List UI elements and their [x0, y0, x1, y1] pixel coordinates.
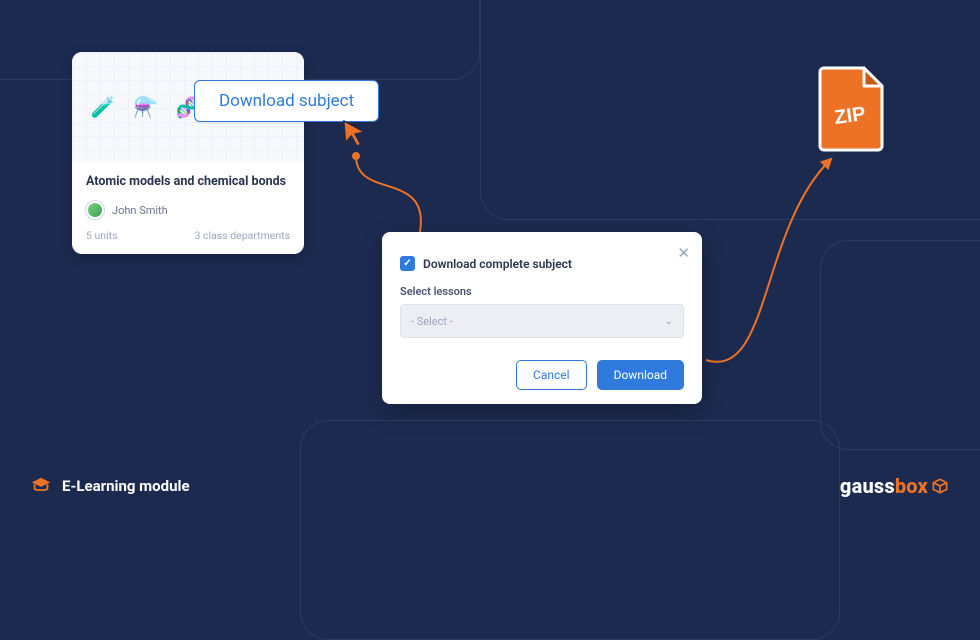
cancel-button[interactable]: Cancel — [516, 360, 587, 390]
subject-units: 5 units — [86, 229, 118, 242]
download-complete-row[interactable]: ✓ Download complete subject — [400, 256, 684, 271]
brand-logo: gaussbox — [840, 474, 950, 498]
graduation-cap-icon — [30, 475, 52, 497]
background-panel — [480, 0, 980, 220]
avatar — [86, 201, 104, 219]
subject-departments: 3 class departments — [195, 229, 290, 242]
footer: E-Learning module gaussbox — [30, 474, 950, 498]
box-icon — [930, 476, 950, 496]
select-placeholder: - Select - — [411, 315, 453, 328]
module-badge: E-Learning module — [30, 475, 190, 497]
lessons-select[interactable]: - Select - ⌄ — [400, 304, 684, 338]
download-dialog: ✕ ✓ Download complete subject Select les… — [382, 232, 702, 404]
subject-author: John Smith — [112, 204, 168, 217]
background-panel — [820, 240, 980, 450]
checkbox-checked-icon[interactable]: ✓ — [400, 256, 415, 271]
brand-accent: box — [895, 474, 928, 498]
subject-title: Atomic models and chemical bonds — [72, 162, 304, 193]
download-subject-menuitem[interactable]: Download subject — [194, 80, 379, 122]
select-lessons-label: Select lessons — [400, 285, 684, 298]
close-icon[interactable]: ✕ — [677, 244, 690, 262]
background-panel — [300, 420, 840, 640]
module-label: E-Learning module — [62, 477, 190, 495]
cursor-icon — [340, 118, 370, 148]
download-button[interactable]: Download — [597, 360, 684, 390]
download-complete-label: Download complete subject — [423, 257, 572, 271]
zip-label: ZIP — [833, 103, 867, 129]
subject-author-row: John Smith — [72, 193, 304, 223]
brand-main: gauss — [840, 474, 895, 498]
zip-file-icon: ZIP — [818, 66, 888, 156]
subject-meta: 5 units 3 class departments — [72, 223, 304, 242]
chevron-down-icon: ⌄ — [665, 316, 673, 327]
